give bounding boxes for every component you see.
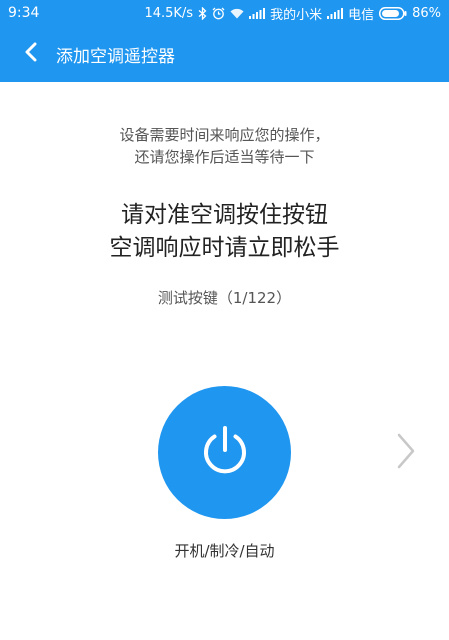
power-icon (197, 423, 253, 483)
chevron-left-icon (24, 42, 38, 66)
status-time: 9:34 (8, 5, 40, 21)
chevron-right-icon (396, 433, 416, 473)
page-title: 添加空调遥控器 (56, 46, 175, 67)
carrier-name-1: 我的小米 (270, 7, 323, 23)
instruction-line-1: 请对准空调按住按钮 (121, 202, 328, 228)
wifi-icon (230, 8, 244, 19)
test-progress: 测试按键（1/122） (157, 289, 292, 307)
signal-icon (249, 7, 266, 19)
signal-icon-2 (327, 7, 344, 19)
alarm-icon (212, 7, 225, 20)
wait-hint: 设备需要时间来响应您的操作， 还请您操作后适当等待一下 (0, 124, 449, 168)
status-indicators: 14.5K/s 我的小米 电信 86% (144, 4, 441, 23)
power-button[interactable] (158, 386, 291, 519)
battery-icon (379, 6, 407, 20)
status-bar: 9:34 14.5K/s 我的小米 电信 86% (0, 0, 449, 26)
title-bar: 添加空调遥控器 (0, 26, 449, 82)
key-label: 开机/制冷/自动 (174, 542, 275, 560)
carrier-name-2: 电信 (348, 7, 375, 23)
network-speed: 14.5K/s (144, 5, 194, 21)
back-button[interactable] (6, 26, 56, 82)
hint-line-2: 还请您操作后适当等待一下 (134, 148, 315, 166)
bluetooth-icon (198, 6, 207, 20)
next-key-button[interactable] (388, 430, 424, 476)
hint-line-1: 设备需要时间来响应您的操作， (119, 126, 330, 144)
instruction-line-2: 空调响应时请立即松手 (109, 235, 340, 261)
app-header: 9:34 14.5K/s 我的小米 电信 86% 添加空调遥控器 (0, 0, 449, 82)
instruction-text: 请对准空调按住按钮 空调响应时请立即松手 (0, 199, 449, 265)
battery-percent: 86% (412, 5, 441, 21)
